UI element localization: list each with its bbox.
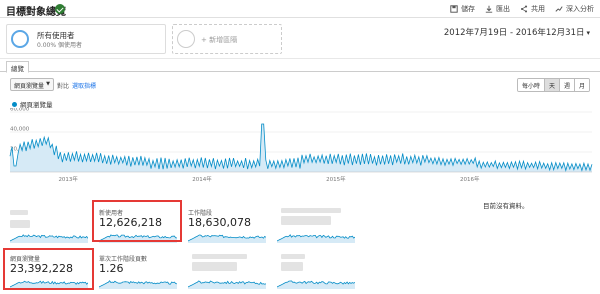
card-blurred-4 [271, 248, 359, 294]
x-tick-label: 2015年 [326, 175, 346, 183]
card-value: 1.26 [99, 262, 124, 275]
tab-overview[interactable]: 總覽 [6, 61, 29, 73]
x-tick-label: 2014年 [192, 175, 212, 183]
sparkline [277, 234, 355, 243]
sparkline-area [277, 280, 355, 289]
share-icon [520, 5, 528, 13]
insights-label: 深入分析 [566, 5, 594, 13]
save-icon [450, 5, 458, 13]
empty-segment-circle-icon [177, 30, 195, 48]
y-tick-label: 40,000 [10, 127, 30, 133]
granularity-week[interactable]: 週 [558, 79, 574, 91]
card-blurred-2 [271, 202, 359, 248]
sparkline [188, 280, 266, 289]
tab-bar: 總覽 [0, 60, 600, 73]
segment-subtitle: 0.00% 個使用者 [37, 42, 82, 49]
export-button[interactable]: 匯出 [485, 4, 510, 14]
sparkline-area [188, 234, 266, 243]
granularity-hourly[interactable]: 每小時 [517, 79, 544, 91]
card-pages-per-session[interactable]: 單次工作階段頁數 1.26 [93, 248, 181, 294]
export-label: 匯出 [496, 5, 510, 13]
blurred-value [281, 262, 303, 271]
y-tick-label: 60,000 [10, 108, 30, 113]
share-label: 共用 [531, 5, 545, 13]
blurred-value [281, 216, 331, 225]
segment-all-users[interactable]: 所有使用者 0.00% 個使用者 [6, 24, 166, 54]
card-sessions[interactable]: 工作階段 18,630,078 [182, 202, 270, 248]
verified-icon [55, 4, 65, 14]
insights-button[interactable]: 深入分析 [555, 4, 594, 14]
toolbar: 儲存 匯出 共用 深入分析 [450, 4, 594, 14]
date-range-text: 2012年7月19日 - 2016年12月31日 [443, 28, 585, 38]
pageviews-chart: 60,00040,00020,0002013年2014年2015年2016年 [9, 108, 593, 183]
add-segment-button[interactable]: + 新增區隔 [172, 24, 282, 54]
export-icon [485, 5, 493, 13]
x-tick-label: 2013年 [58, 175, 78, 183]
legend-dot-icon [12, 101, 17, 107]
highlight-new-users-box [92, 200, 182, 242]
segment-bar: 所有使用者 0.00% 個使用者 + 新增區隔 2012年7月19日 - 201… [0, 19, 600, 59]
blurred-label [281, 208, 341, 213]
sparkline [188, 234, 266, 243]
sparkline [10, 234, 88, 243]
granularity-month[interactable]: 月 [573, 79, 589, 91]
segment-circle-icon [11, 30, 29, 48]
highlight-pageviews-box [3, 248, 94, 290]
granularity-day[interactable]: 天 [543, 79, 559, 91]
insights-icon [555, 6, 563, 12]
chevron-down-icon: ▼ [46, 81, 50, 87]
share-button[interactable]: 共用 [520, 4, 545, 14]
no-data-text: 目前沒有資料。 [483, 202, 529, 210]
chevron-down-icon: ▾ [586, 29, 590, 37]
add-segment-label: + 新增區隔 [201, 36, 238, 44]
save-button[interactable]: 儲存 [450, 4, 475, 14]
blurred-label [10, 210, 28, 215]
metric-select[interactable]: 網頁瀏覽量 ▼ [10, 78, 54, 91]
vs-label: 對比 [57, 83, 70, 90]
blurred-value [192, 262, 237, 271]
sparkline [277, 280, 355, 289]
sparkline [99, 280, 177, 289]
granularity-toggle: 每小時 天 週 月 [516, 78, 590, 92]
date-range-picker[interactable]: 2012年7月19日 - 2016年12月31日 ▾ [444, 26, 590, 38]
card-blurred-1 [4, 202, 92, 248]
blurred-value [10, 220, 30, 228]
blurred-label [281, 254, 305, 259]
blurred-label [192, 254, 247, 259]
card-value: 18,630,078 [188, 216, 251, 229]
metric-select-value: 網頁瀏覽量 [14, 83, 45, 90]
chart-controls: 網頁瀏覽量 ▼ 對比 選取指標 每小時 天 週 月 [0, 76, 600, 94]
x-tick-label: 2016年 [460, 175, 480, 183]
pick-metric-link[interactable]: 選取指標 [72, 81, 96, 90]
top-bar: 目標對象總覽 儲存 匯出 共用 深入分析 [0, 0, 600, 18]
save-label: 儲存 [461, 5, 475, 13]
card-blurred-3 [182, 248, 270, 294]
